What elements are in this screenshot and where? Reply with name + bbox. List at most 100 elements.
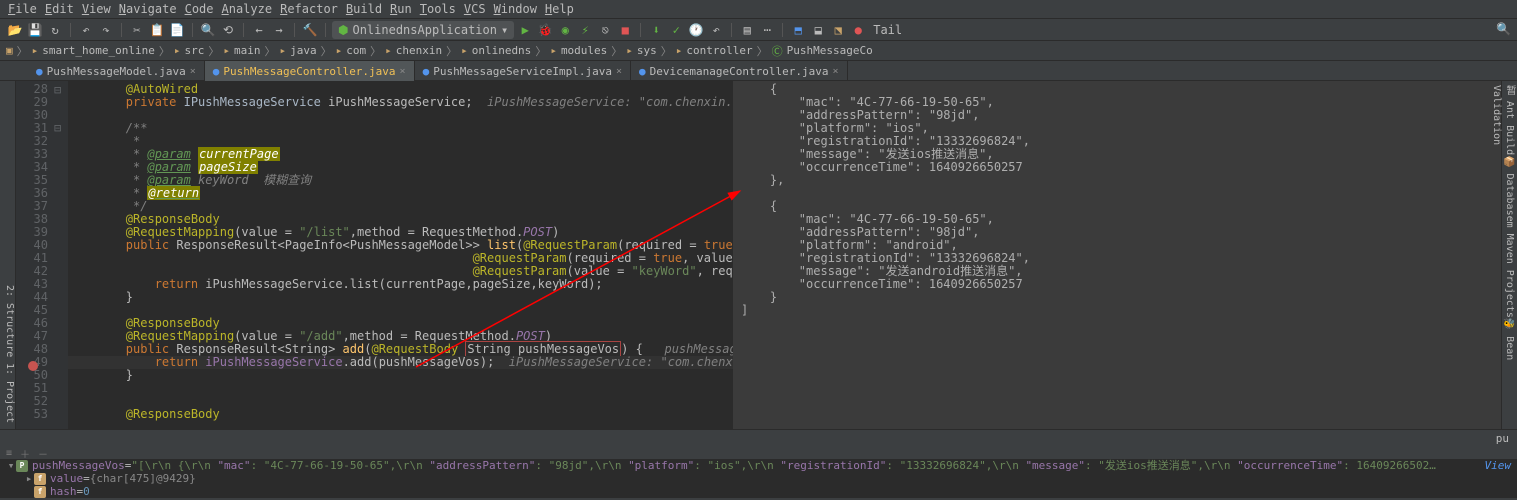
menu-run[interactable]: Run [390,2,412,16]
close-icon[interactable]: × [400,66,406,77]
stop-icon[interactable]: ■ [616,21,634,39]
vcs-update-icon[interactable]: ⬇ [647,21,665,39]
vcs-commit-icon[interactable]: ✓ [667,21,685,39]
menu-navigate[interactable]: Navigate [119,2,177,16]
menu-help[interactable]: Help [545,2,574,16]
tool-window-button[interactable]: 📦 Database [1504,155,1515,221]
project-icon: ▣ [6,44,13,57]
close-icon[interactable]: × [190,66,196,77]
tool-window-button[interactable]: m Maven Projects [1504,222,1515,318]
field-name: hash [50,485,77,498]
folder-icon: ▸ [32,44,39,57]
breadcrumb-item[interactable]: controller [686,44,752,57]
var-name: pushMessageVos [32,459,125,472]
editor-tab[interactable]: ●PushMessageController.java× [205,61,415,81]
class-icon: Ⓒ [772,43,783,59]
variable-child-row[interactable]: f hash = 0 [6,485,1511,498]
folder-icon: ▸ [550,44,557,57]
attach-icon[interactable]: ⎋ [596,21,614,39]
breadcrumb-item[interactable]: modules [561,44,607,57]
copy-icon[interactable]: 📋 [148,21,166,39]
breadcrumb-item[interactable]: src [184,44,204,57]
menu-view[interactable]: View [82,2,111,16]
paste-icon[interactable]: 📄 [168,21,186,39]
tab-label: PushMessageServiceImpl.java [433,65,612,78]
close-icon[interactable]: × [832,66,838,77]
coverage-icon[interactable]: ◉ [556,21,574,39]
find-icon[interactable]: 🔍 [199,21,217,39]
redo-icon[interactable]: ↷ [97,21,115,39]
structure-icon[interactable]: ▤ [738,21,756,39]
debug-variables-panel: ▾ P pushMessageVos = "[\r\n {\r\n "mac":… [0,459,1517,498]
tool-window-button[interactable]: 暂 Ant Build [1504,85,1515,155]
menu-file[interactable]: File [8,2,37,16]
folder-icon: ▸ [461,44,468,57]
variable-row[interactable]: ▾ P pushMessageVos = "[\r\n {\r\n "mac":… [6,459,1511,472]
left-tool-strip: 2: Structure 1: Project [0,81,16,429]
vcs-history-icon[interactable]: 🕐 [687,21,705,39]
navigation-bar: ▣ 〉 ▸ smart_home_online 〉 ▸ src 〉 ▸ main… [0,41,1517,61]
run-configuration-selector[interactable]: ⬢ OnlinednsApplication ▾ [332,21,514,39]
replace-icon[interactable]: ⟲ [219,21,237,39]
breadcrumb-item[interactable]: chenxin [396,44,442,57]
editor-tab[interactable]: ●PushMessageModel.java× [28,61,205,81]
editor-area: 2: Structure1: Project 28 29 30 31 32 33… [0,81,1517,429]
tool-window-button[interactable]: 1: Project [0,363,15,423]
menu-tools[interactable]: Tools [420,2,456,16]
breadcrumb-item[interactable]: main [234,44,261,57]
run-icon[interactable]: ▶ [516,21,534,39]
right-tool-strip: 暂 Ant Build📦 Databasem Maven Projects🐝 B… [1501,81,1517,429]
search-everywhere-icon[interactable]: 🔍 [1496,22,1511,36]
breadcrumb-item[interactable]: onlinedns [472,44,532,57]
e2-icon[interactable]: ⬓ [809,21,827,39]
tab-label: DevicemanageController.java [650,65,829,78]
e1-icon[interactable]: ⬒ [789,21,807,39]
breadcrumb-item[interactable]: java [290,44,317,57]
code-editor[interactable]: @AutoWired private IPushMessageService i… [68,81,733,429]
tree-toggle-icon[interactable]: ▾ [6,459,16,472]
variable-child-row[interactable]: ▸ f value = {char[475]@9429} [6,472,1511,485]
more-icon[interactable]: ⋯ [758,21,776,39]
breakpoint-icon[interactable] [28,361,38,371]
menu-refactor[interactable]: Refactor [280,2,338,16]
file-type-icon: ● [639,65,646,78]
forward-icon[interactable]: → [270,21,288,39]
breadcrumb-item[interactable]: sys [637,44,657,57]
cut-icon[interactable]: ✂ [128,21,146,39]
menu-build[interactable]: Build [346,2,382,16]
e3-icon[interactable]: ⬔ [829,21,847,39]
folder-icon: ▸ [385,44,392,57]
vcs-revert-icon[interactable]: ↶ [707,21,725,39]
editor-tab[interactable]: ●PushMessageServiceImpl.java× [415,61,631,81]
menu-window[interactable]: Window [494,2,537,16]
tab-label: PushMessageModel.java [47,65,186,78]
tool-window-button[interactable]: 2: Structure [0,285,15,357]
undo-icon[interactable]: ↶ [77,21,95,39]
folder-icon: ▸ [174,44,181,57]
e4-icon[interactable]: ● [849,21,867,39]
dropdown-icon: ▾ [501,23,508,37]
menu-bar: File Edit View Navigate Code Analyze Refactor B… [0,0,1517,19]
file-type-icon: ● [213,65,220,78]
menu-analyze[interactable]: Analyze [222,2,273,16]
breadcrumb-item[interactable]: PushMessageCo [787,44,873,57]
save-icon[interactable]: 💾 [26,21,44,39]
field-value: 0 [83,485,90,498]
view-link[interactable]: View [1485,459,1512,472]
editor-tab[interactable]: ● DevicemanageController.java× [631,61,847,81]
tree-toggle-icon[interactable]: ▸ [24,472,34,485]
menu-edit[interactable]: Edit [45,2,74,16]
crumbs-bar: pu [0,429,1517,447]
breadcrumb-item[interactable]: smart_home_online [42,44,155,57]
back-icon[interactable]: ← [250,21,268,39]
build-icon[interactable]: 🔨 [301,21,319,39]
menu-vcs[interactable]: VCS [464,2,486,16]
menu-code[interactable]: Code [185,2,214,16]
sync-icon[interactable]: ↻ [46,21,64,39]
profile-icon[interactable]: ⚡ [576,21,594,39]
debug-expand-icon[interactable]: ≡ [6,448,12,459]
breadcrumb-item[interactable]: com [346,44,366,57]
close-icon[interactable]: × [616,66,622,77]
debug-icon[interactable]: 🐞 [536,21,554,39]
open-icon[interactable]: 📂 [6,21,24,39]
